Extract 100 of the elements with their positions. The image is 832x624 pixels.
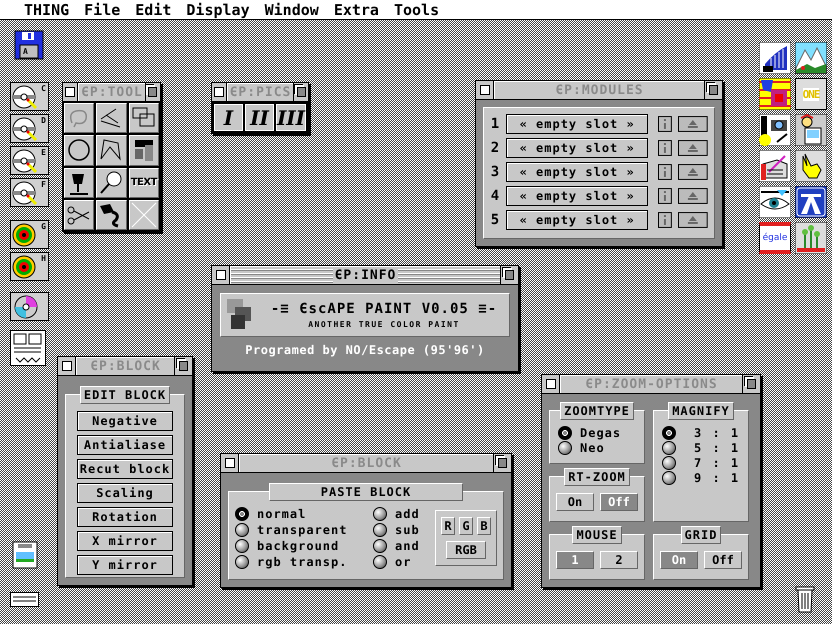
eject-icon[interactable] bbox=[678, 140, 708, 156]
info-icon[interactable] bbox=[658, 116, 672, 132]
module-slot-button[interactable]: « empty slot » bbox=[506, 114, 648, 134]
toggle-button[interactable]: On bbox=[660, 551, 698, 569]
action-button[interactable]: X mirror bbox=[77, 531, 173, 551]
radio-button[interactable] bbox=[373, 539, 387, 553]
toggle-button[interactable]: On bbox=[556, 493, 594, 511]
info-icon[interactable] bbox=[658, 212, 672, 228]
radio-button[interactable] bbox=[235, 523, 249, 537]
channel-button[interactable]: B bbox=[477, 517, 491, 535]
rectangles-tool-icon[interactable] bbox=[128, 103, 159, 134]
eject-icon[interactable] bbox=[678, 188, 708, 204]
info-icon[interactable] bbox=[658, 164, 672, 180]
close-button[interactable] bbox=[63, 83, 78, 101]
scissors-tool-icon[interactable] bbox=[64, 200, 94, 230]
book-icon[interactable]: égale bbox=[759, 222, 791, 254]
menu-item[interactable]: Display bbox=[186, 0, 250, 18]
radio-label: or bbox=[395, 555, 412, 569]
trash-icon[interactable] bbox=[795, 585, 815, 613]
module-slot-button[interactable]: « empty slot » bbox=[506, 210, 648, 230]
menu-item[interactable]: Edit bbox=[135, 0, 172, 18]
radio-button[interactable] bbox=[662, 470, 676, 484]
polygon-tool-icon[interactable] bbox=[96, 135, 127, 166]
radio-button[interactable] bbox=[235, 507, 249, 521]
radio-button[interactable] bbox=[373, 523, 387, 537]
app-subtitle: ANOTHER TRUE COLOR PAINT bbox=[308, 320, 460, 329]
drive-icon[interactable] bbox=[10, 114, 50, 144]
credit-text: Programed by NO/Escape (95'96') bbox=[245, 343, 485, 357]
action-button[interactable]: Negative bbox=[77, 411, 173, 431]
menu-item[interactable]: Tools bbox=[394, 0, 440, 18]
group-title: ZOOMTYPE bbox=[560, 402, 634, 420]
notebook-icon[interactable] bbox=[759, 150, 791, 182]
eject-icon[interactable] bbox=[678, 116, 708, 132]
circle-tool-icon[interactable] bbox=[64, 135, 94, 166]
camera-icon[interactable] bbox=[759, 114, 791, 146]
action-button[interactable]: Rotation bbox=[77, 507, 173, 527]
info-icon[interactable] bbox=[658, 140, 672, 156]
drive-icon[interactable] bbox=[10, 82, 50, 112]
text-tool[interactable]: TEXT bbox=[128, 168, 159, 198]
mountain-picture-icon[interactable] bbox=[795, 42, 827, 74]
window-title: ЄP:ZOOM-OPTIONS bbox=[584, 377, 719, 392]
picture-slot-button[interactable]: I bbox=[214, 104, 243, 131]
none-tool-icon[interactable] bbox=[128, 200, 159, 230]
toggle-button[interactable]: 1 bbox=[556, 551, 594, 569]
radio-button[interactable] bbox=[558, 440, 572, 454]
channel-button[interactable]: G bbox=[459, 517, 473, 535]
colour-pattern-icon[interactable] bbox=[759, 78, 791, 110]
paint-tool-icon[interactable] bbox=[64, 168, 94, 198]
toggle-button[interactable]: Off bbox=[704, 551, 742, 569]
computer-icon[interactable] bbox=[795, 114, 827, 146]
chart-icon[interactable] bbox=[759, 42, 791, 74]
menu-item[interactable]: File bbox=[84, 0, 120, 18]
action-button[interactable]: Y mirror bbox=[77, 555, 173, 575]
radio-button[interactable] bbox=[662, 426, 676, 440]
eject-icon[interactable] bbox=[678, 164, 708, 180]
menu-item[interactable]: THING bbox=[24, 0, 70, 18]
lines-tool-icon[interactable] bbox=[96, 103, 127, 134]
drive-icon[interactable] bbox=[10, 592, 40, 608]
toggle-button[interactable]: 2 bbox=[600, 551, 638, 569]
magnifier-tool-icon[interactable] bbox=[96, 168, 127, 198]
menu-item[interactable]: Extra bbox=[334, 0, 379, 18]
lasso-tool-icon[interactable] bbox=[64, 103, 94, 134]
module-slot-button[interactable]: « empty slot » bbox=[506, 162, 648, 182]
action-button[interactable]: Recut block bbox=[77, 459, 173, 479]
radio-button[interactable] bbox=[373, 507, 387, 521]
eject-icon[interactable] bbox=[678, 212, 708, 228]
close-button[interactable] bbox=[212, 83, 227, 101]
action-button[interactable]: Antialiase bbox=[77, 435, 173, 455]
fullscreen-button[interactable] bbox=[144, 83, 160, 101]
info-icon[interactable] bbox=[658, 188, 672, 204]
radio-button[interactable] bbox=[373, 555, 387, 569]
cd-drive-icon[interactable] bbox=[10, 252, 50, 282]
plant-icon[interactable] bbox=[795, 222, 827, 254]
action-button[interactable]: Scaling bbox=[77, 483, 173, 503]
blocks-tool-icon[interactable] bbox=[128, 135, 159, 166]
picture-slot-button[interactable]: III bbox=[276, 104, 306, 131]
fullscreen-button[interactable] bbox=[293, 83, 308, 101]
group-title: RT-ZOOM bbox=[564, 468, 630, 486]
cd-drive-icon[interactable] bbox=[10, 220, 50, 250]
document-icon[interactable] bbox=[10, 330, 46, 366]
hand-icon[interactable] bbox=[795, 150, 827, 182]
module-slot-button[interactable]: « empty slot » bbox=[506, 186, 648, 206]
module-slot-button[interactable]: « empty slot » bbox=[506, 138, 648, 158]
picture-slot-button[interactable]: II bbox=[244, 104, 274, 131]
tube-tool-icon[interactable] bbox=[96, 200, 127, 230]
toggle-button[interactable]: Off bbox=[600, 493, 638, 511]
clipboard-icon[interactable] bbox=[10, 540, 40, 570]
radio-button[interactable] bbox=[662, 456, 676, 470]
menu-item[interactable]: Window bbox=[264, 0, 319, 18]
radio-button[interactable] bbox=[235, 555, 249, 569]
drive-icon[interactable] bbox=[10, 178, 50, 208]
channel-button[interactable]: R bbox=[441, 517, 455, 535]
radio-button[interactable] bbox=[558, 426, 572, 440]
slot-number: 3 bbox=[490, 164, 500, 180]
eye-icon[interactable] bbox=[759, 186, 791, 218]
radio-button[interactable] bbox=[662, 440, 676, 454]
rgb-button[interactable]: RGB bbox=[446, 541, 486, 559]
road-sign-icon[interactable] bbox=[795, 186, 827, 218]
radio-button[interactable] bbox=[235, 539, 249, 553]
drive-icon[interactable] bbox=[10, 146, 50, 176]
